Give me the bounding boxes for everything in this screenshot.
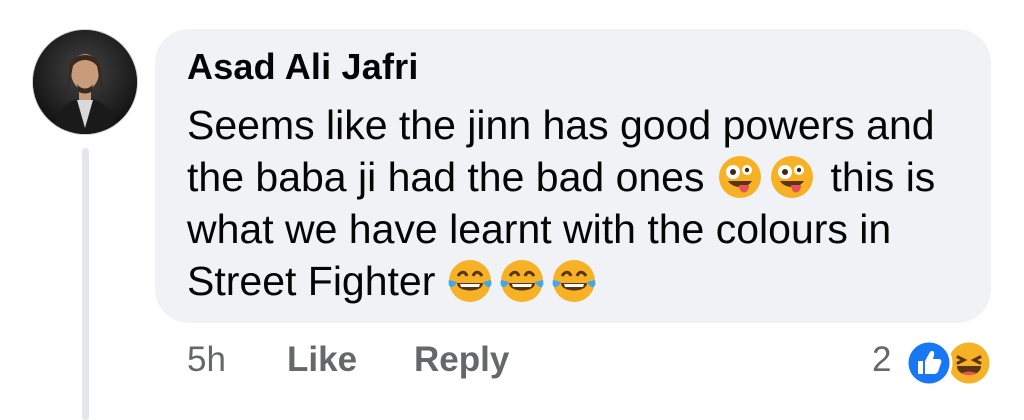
comment-text: the baba ji had the bad ones <box>187 153 705 200</box>
comment-text-line: Seems like the jinn has good powers and <box>187 100 935 150</box>
comment-text-line: what we have learnt with the colours in <box>187 204 891 254</box>
comment-text-line: Street Fighter <box>187 256 597 306</box>
like-button[interactable]: Like <box>287 340 357 380</box>
zany-face-emoji <box>769 154 815 200</box>
comment-timestamp[interactable]: 5h <box>187 340 226 380</box>
tears-of-joy-emoji <box>551 258 597 304</box>
avatar-photo <box>33 30 137 134</box>
comment-text: this is <box>830 153 936 200</box>
avatar[interactable] <box>33 30 137 134</box>
comment-author-name[interactable]: Asad Ali Jafri <box>187 46 419 88</box>
tears-of-joy-emoji <box>499 258 545 304</box>
zany-face-emoji <box>717 154 763 200</box>
comment-text-line: the baba ji had the bad ones this is <box>187 152 935 202</box>
comment-text: Seems like the jinn has good powers and <box>187 101 935 148</box>
comment-text: Street Fighter <box>187 257 436 304</box>
comment-text: what we have learnt with the colours in <box>187 205 892 252</box>
reply-button[interactable]: Reply <box>414 340 509 380</box>
reaction-count[interactable]: 2 <box>872 340 891 380</box>
tears-of-joy-emoji <box>447 258 493 304</box>
like-reaction-icon[interactable] <box>904 338 954 388</box>
thread-connector-line <box>82 148 89 420</box>
